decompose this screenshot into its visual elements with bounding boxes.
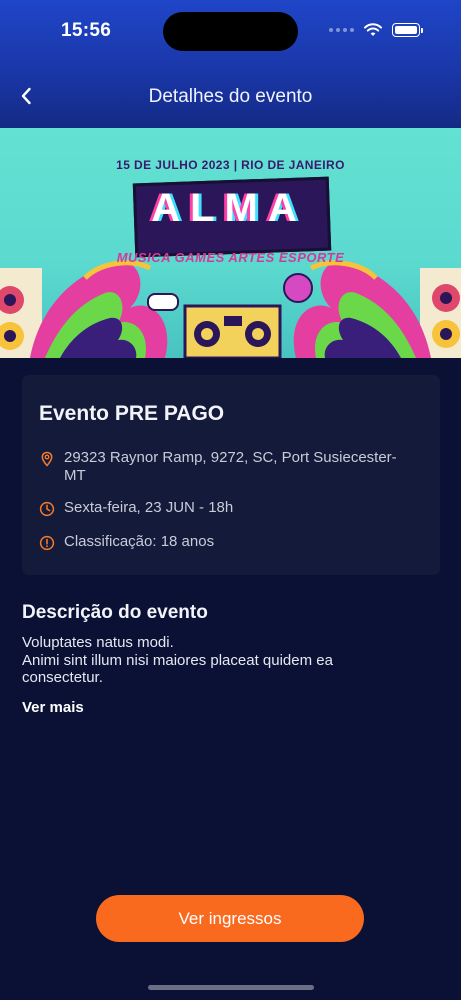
description-title: Descrição do evento bbox=[22, 602, 208, 623]
date-row: Sexta-feira, 23 JUN - 18h bbox=[39, 499, 233, 517]
description-line-2: Animi sint illum nisi maiores placeat qu… bbox=[22, 652, 333, 669]
rating-row: Classificação: 18 anos bbox=[39, 533, 214, 551]
address-row: 29323 Raynor Ramp, 9272, SC, Port Susiec… bbox=[39, 449, 397, 485]
event-name: Evento PRE PAGO bbox=[39, 402, 225, 425]
banner-subtitle: MUSICA GAMES ARTES ESPORTE bbox=[116, 250, 345, 265]
event-date: Sexta-feira, 23 JUN - 18h bbox=[64, 499, 234, 516]
page-title: Detalhes do evento bbox=[148, 86, 313, 107]
description-line-3: consectetur. bbox=[22, 669, 103, 686]
alert-circle-icon bbox=[39, 535, 55, 551]
top-bar: 15:56 Detalhes do evento bbox=[0, 0, 461, 128]
battery-icon bbox=[392, 23, 423, 37]
address-line-2: MT bbox=[64, 467, 86, 484]
status-time: 15:56 bbox=[61, 20, 112, 41]
status-icons bbox=[329, 23, 423, 37]
description-line-1: Voluptates natus modi. bbox=[22, 634, 174, 651]
banner-date: 15 DE JULHO 2023 | RIO DE JANEIRO bbox=[116, 158, 345, 172]
see-tickets-button[interactable]: Ver ingressos bbox=[96, 895, 364, 942]
location-pin-icon bbox=[41, 451, 53, 467]
event-logo: ALMA bbox=[151, 186, 307, 230]
cellular-signal-icon bbox=[329, 28, 354, 32]
home-indicator[interactable] bbox=[148, 985, 314, 990]
see-more-link[interactable]: Ver mais bbox=[22, 699, 84, 716]
clock-icon bbox=[39, 501, 55, 517]
address-line-1: 29323 Raynor Ramp, 9272, SC, Port Susiec… bbox=[64, 449, 397, 466]
wifi-icon bbox=[364, 23, 382, 36]
age-rating: Classificação: 18 anos bbox=[64, 533, 215, 550]
event-info-card: Evento PRE PAGO 29323 Raynor Ramp, 9272,… bbox=[22, 375, 440, 575]
event-banner-image: 15 DE JULHO 2023 | RIO DE JANEIRO ALMA M… bbox=[0, 128, 461, 358]
camera-notch bbox=[163, 12, 298, 51]
